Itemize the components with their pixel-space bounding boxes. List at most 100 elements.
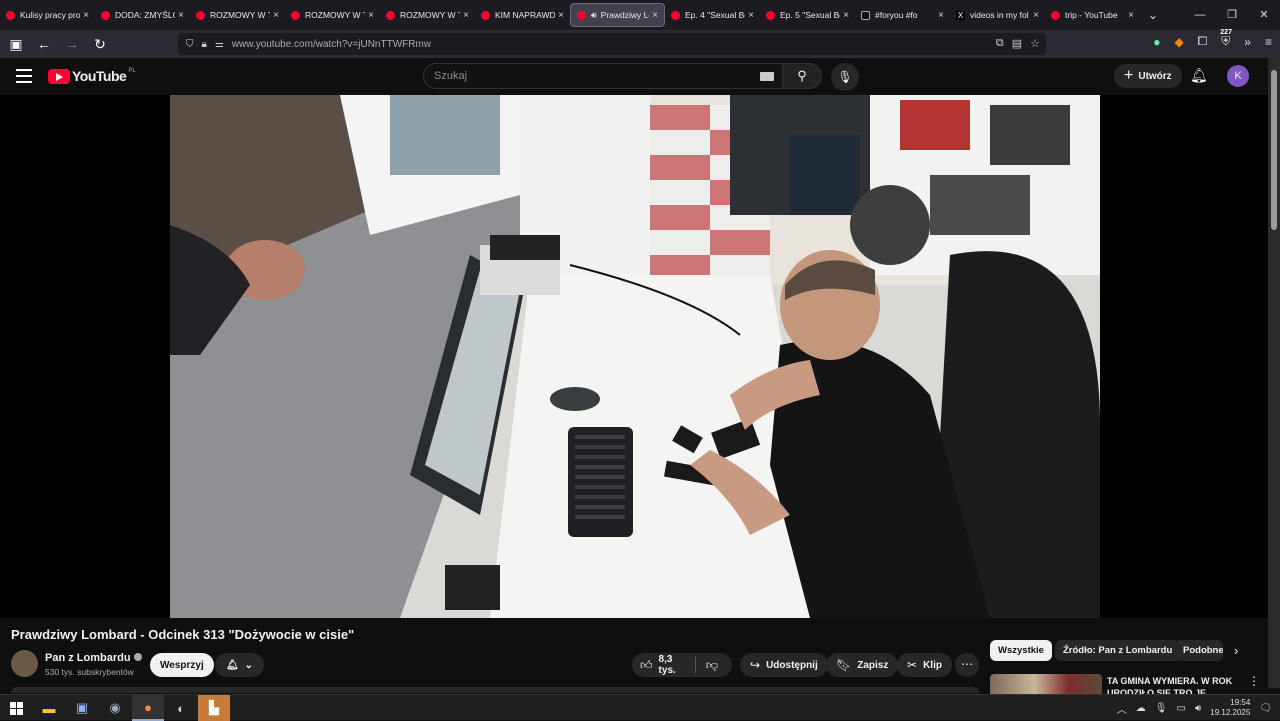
- network-icon[interactable]: ▭: [1176, 703, 1185, 714]
- url-text[interactable]: www.youtube.com/watch?v=jUNnTTWFRmw: [232, 39, 431, 50]
- tab-close-icon[interactable]: ×: [368, 10, 374, 21]
- close-window-icon[interactable]: ✕: [1248, 0, 1280, 30]
- tab-close-icon[interactable]: ×: [178, 10, 184, 21]
- tab-close-icon[interactable]: ×: [938, 10, 944, 21]
- guide-menu-icon[interactable]: [16, 69, 32, 83]
- extensions-puzzle-icon[interactable]: ⧠: [1198, 34, 1208, 49]
- tab-close-icon[interactable]: ×: [558, 10, 564, 21]
- tab-close-icon[interactable]: ×: [748, 10, 754, 21]
- subscribed-bell-button[interactable]: 🔔︎ ⌄: [215, 653, 264, 677]
- dislike-icon[interactable]: 👎︎: [706, 658, 718, 673]
- share-button[interactable]: ↪ Udostępnij: [740, 653, 828, 677]
- tab-overview-icon[interactable]: ▣: [4, 32, 28, 56]
- scrollbar-thumb[interactable]: [1271, 70, 1277, 230]
- recommendation-menu-icon[interactable]: ⋮: [1248, 674, 1260, 688]
- browser-tab[interactable]: ROZMOWY W TOK×: [380, 3, 475, 27]
- tray-overflow-chevron-icon[interactable]: ︿: [1117, 701, 1127, 716]
- microphone-icon: 🎙︎: [837, 70, 853, 84]
- steam-icon[interactable]: ◉: [99, 695, 131, 721]
- browser-tab[interactable]: Kulisy pracy pro ×: [0, 3, 95, 27]
- create-button[interactable]: + Utwórz: [1114, 64, 1182, 88]
- minimize-icon[interactable]: —: [1184, 0, 1216, 30]
- adblock-extension-icon[interactable]: ⛨ 227: [1219, 29, 1233, 49]
- reload-icon[interactable]: ↻: [88, 32, 112, 56]
- support-button[interactable]: Wesprzyj: [150, 653, 214, 677]
- tab-close-icon[interactable]: ×: [1033, 10, 1039, 21]
- chip-similar[interactable]: Podobne: [1175, 640, 1223, 661]
- channel-avatar[interactable]: [11, 650, 38, 677]
- picture-in-picture-icon[interactable]: ⧉: [996, 37, 1004, 50]
- more-actions-icon[interactable]: ⋯: [955, 653, 979, 677]
- like-count[interactable]: 8,3 tys.: [659, 654, 685, 676]
- microphone-tray-icon[interactable]: 🎙︎: [1155, 703, 1168, 714]
- keyboard-icon[interactable]: [760, 72, 774, 81]
- browser-tab[interactable]: trip - YouTube ×: [1045, 3, 1140, 27]
- firefox-icon[interactable]: ●: [132, 695, 164, 721]
- restore-icon[interactable]: ❐: [1216, 0, 1248, 30]
- forward-icon[interactable]: →: [60, 32, 84, 56]
- save-button[interactable]: 🔖︎ Zapisz: [826, 653, 899, 677]
- permissions-icon[interactable]: ⚌: [215, 39, 224, 50]
- browser-tab[interactable]: Ep. 4 "Sexual Be ×: [665, 3, 760, 27]
- bookmark-star-icon[interactable]: ☆: [1030, 37, 1040, 50]
- browser-tab[interactable]: DODA: ZMYŚLON×: [95, 3, 190, 27]
- tab-audio-icon[interactable]: 🔊︎: [591, 10, 597, 21]
- tab-title: #foryou #fo: [875, 10, 918, 20]
- search-input[interactable]: Szukaj: [423, 63, 783, 89]
- like-icon[interactable]: 👍︎: [640, 658, 653, 673]
- cloud-icon[interactable]: ☁: [1136, 703, 1146, 714]
- clip-button[interactable]: ✂ Klip: [897, 653, 952, 677]
- volume-icon[interactable]: 🔊︎: [1195, 703, 1201, 714]
- fox-extension-icon[interactable]: ◆: [1174, 35, 1183, 49]
- reader-view-icon[interactable]: ▤: [1012, 37, 1022, 50]
- chip-source[interactable]: Źródło: Pan z Lombardu: [1055, 640, 1181, 661]
- bell-icon: 🔔︎: [225, 659, 239, 671]
- recommendation-title[interactable]: TA GMINA WYMIERA. W ROK URODZIŁO SIĘ TRO…: [1107, 675, 1237, 695]
- tab-title: Kulisy pracy pro: [20, 10, 81, 20]
- lock-icon[interactable]: 🔒︎: [202, 39, 207, 50]
- search-button[interactable]: ⚲: [782, 63, 822, 89]
- chip-scroll-right-icon[interactable]: ›: [1234, 643, 1238, 658]
- like-dislike-group: 👍︎ 8,3 tys. 👎︎: [632, 653, 732, 677]
- shield-icon[interactable]: ⛉: [186, 39, 194, 50]
- tab-close-icon[interactable]: ×: [1128, 10, 1134, 21]
- browser-tab[interactable]: ROZMOWY W TOK×: [190, 3, 285, 27]
- browser-tab[interactable]: ROZMOWY W TOK×: [285, 3, 380, 27]
- browser-tab[interactable]: Xvideos in my fol ×: [950, 3, 1045, 27]
- app-icon[interactable]: ◐: [165, 695, 197, 721]
- tab-close-icon[interactable]: ×: [463, 10, 469, 21]
- tab-close-icon[interactable]: ×: [652, 10, 658, 21]
- browser-tab[interactable]: 🔊︎ Prawdziwy Lo ×: [570, 3, 665, 27]
- notes-app-icon[interactable]: ▙: [198, 695, 230, 721]
- browser-tab[interactable]: #foryou #fo ×: [855, 3, 950, 27]
- overflow-chevrons-icon[interactable]: »: [1244, 35, 1251, 49]
- page-scrollbar[interactable]: [1268, 58, 1280, 688]
- channel-name-text[interactable]: Pan z Lombardu: [45, 652, 131, 664]
- privacy-extension-icon[interactable]: ●: [1153, 35, 1160, 49]
- start-button[interactable]: [0, 695, 32, 721]
- channel-name[interactable]: Pan z Lombardu: [45, 652, 142, 664]
- url-bar[interactable]: ⛉ 🔒︎ ⚌ www.youtube.com/watch?v=jUNnTTWFR…: [178, 33, 1046, 55]
- notifications-icon[interactable]: 🗨︎: [1259, 703, 1272, 714]
- notifications-bell-icon[interactable]: 🔔︎: [1190, 67, 1208, 84]
- clock[interactable]: 19:54 19.12.2025: [1210, 698, 1250, 718]
- chip-all[interactable]: Wszystkie: [990, 640, 1052, 661]
- browser-tab[interactable]: KIM NAPRAWDĘ ×: [475, 3, 570, 27]
- video-player[interactable]: [0, 95, 1268, 618]
- account-avatar[interactable]: K: [1227, 65, 1249, 87]
- recommendation-thumbnail[interactable]: [990, 674, 1102, 694]
- youtube-logo[interactable]: YouTube PL: [48, 68, 136, 84]
- tab-title: Ep. 4 "Sexual Be: [685, 10, 746, 20]
- browser-tab[interactable]: Ep. 5 "Sexual Be ×: [760, 3, 855, 27]
- voice-search-button[interactable]: 🎙︎: [831, 63, 859, 91]
- remote-desktop-icon[interactable]: ▣: [66, 695, 98, 721]
- video-frame[interactable]: [170, 95, 1100, 618]
- tab-close-icon[interactable]: ×: [273, 10, 279, 21]
- description-box[interactable]: [11, 687, 979, 693]
- tab-list-chevron-icon[interactable]: ⌄: [1140, 8, 1166, 22]
- app-menu-icon[interactable]: ≡: [1265, 35, 1272, 49]
- tab-close-icon[interactable]: ×: [83, 10, 89, 21]
- file-explorer-icon[interactable]: ▬: [33, 695, 65, 721]
- tab-close-icon[interactable]: ×: [843, 10, 849, 21]
- back-icon[interactable]: ←: [32, 32, 56, 56]
